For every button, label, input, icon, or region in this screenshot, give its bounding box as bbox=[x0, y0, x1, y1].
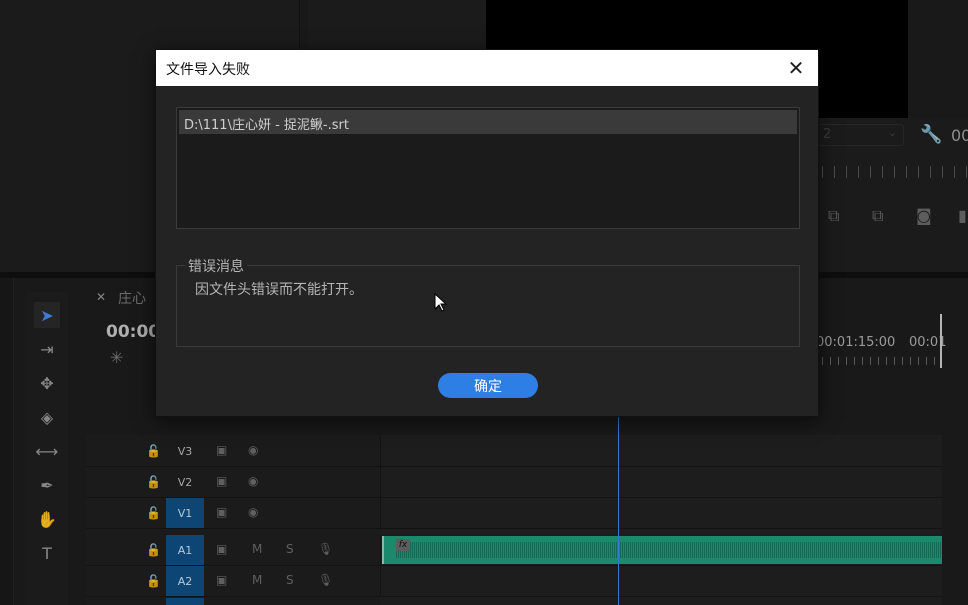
error-group-label: 错误消息 bbox=[185, 256, 247, 276]
error-message-group: 错误消息 因文件头错误而不能打开。 bbox=[176, 256, 800, 347]
mouse-cursor-icon bbox=[434, 292, 448, 312]
dialog-title: 文件导入失败 bbox=[166, 62, 250, 78]
close-button[interactable]: ✕ bbox=[784, 56, 808, 80]
dialog-titlebar[interactable]: 文件导入失败 ✕ bbox=[156, 50, 818, 86]
ok-button[interactable]: 确定 bbox=[438, 373, 538, 398]
failed-file-list[interactable]: D:\111\庄心妍 - 捉泥鳅-.srt bbox=[176, 107, 800, 229]
import-failed-dialog: 文件导入失败 ✕ D:\111\庄心妍 - 捉泥鳅-.srt 错误消息 因文件头… bbox=[155, 49, 819, 417]
list-item[interactable]: D:\111\庄心妍 - 捉泥鳅-.srt bbox=[179, 110, 797, 134]
error-message-text: 因文件头错误而不能打开。 bbox=[195, 282, 363, 298]
